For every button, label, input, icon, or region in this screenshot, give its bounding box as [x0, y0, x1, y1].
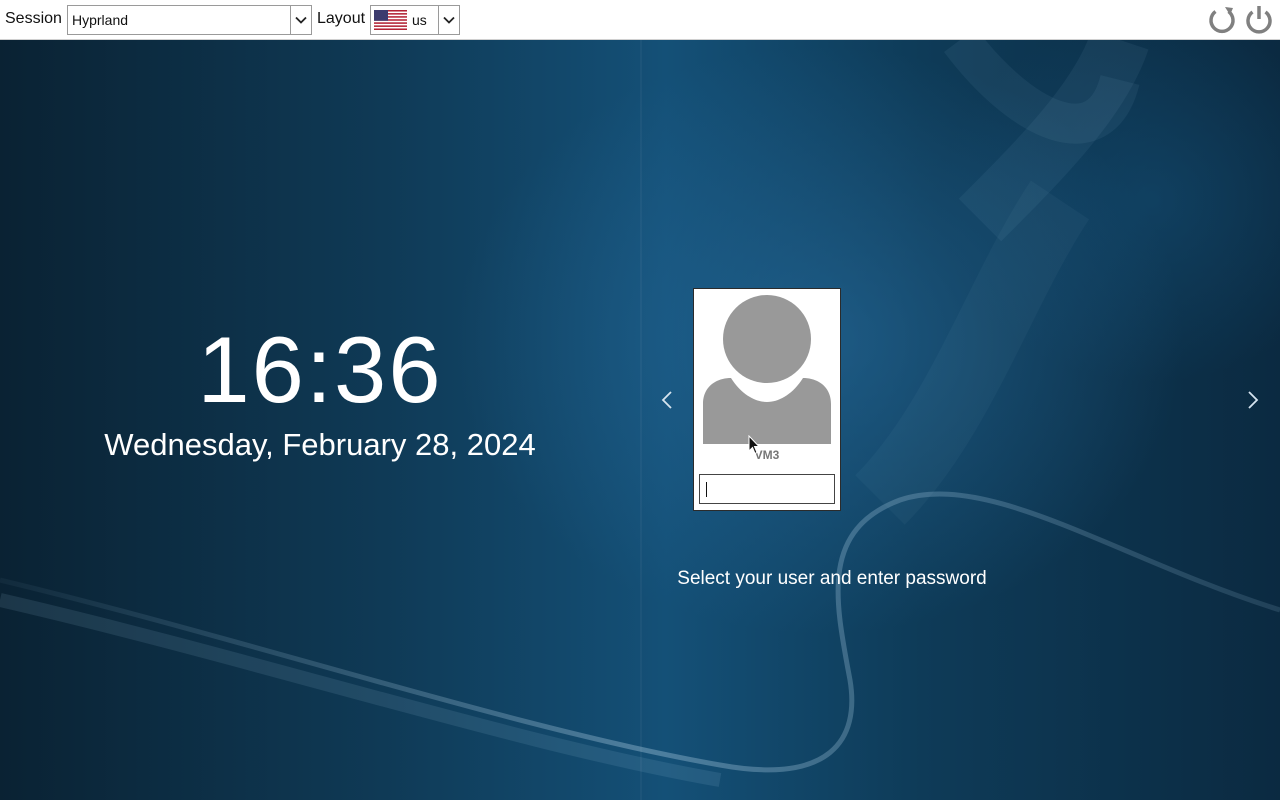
- layout-dropdown-button[interactable]: [438, 6, 459, 34]
- chevron-right-icon[interactable]: [1246, 390, 1260, 410]
- user-name: VM3: [754, 448, 780, 462]
- user-card[interactable]: VM3: [693, 288, 841, 511]
- background-swoosh: [0, 40, 1280, 800]
- password-input[interactable]: [699, 474, 835, 504]
- layout-label: Layout: [317, 10, 366, 27]
- session-label: Session: [5, 10, 62, 27]
- power-icon[interactable]: [1243, 4, 1275, 36]
- session-select-value: Hyprland: [72, 12, 129, 28]
- clock-date: Wednesday, February 28, 2024: [104, 427, 536, 462]
- desktop-background: [0, 40, 1280, 800]
- us-flag-icon: [374, 10, 407, 30]
- layout-select[interactable]: us: [370, 5, 460, 35]
- clock-time: 16:36: [197, 317, 443, 422]
- top-bar: Session Hyprland Layout us: [0, 0, 1280, 40]
- session-dropdown-button[interactable]: [290, 6, 311, 34]
- chevron-down-icon: [295, 16, 307, 24]
- restart-icon[interactable]: [1206, 4, 1238, 36]
- mouse-pointer-icon: [748, 435, 760, 455]
- user-avatar-icon: [703, 295, 831, 444]
- chevron-down-icon: [443, 16, 455, 24]
- layout-select-value: us: [412, 12, 427, 28]
- text-caret: [706, 482, 707, 497]
- login-prompt: Select your user and enter password: [677, 568, 987, 589]
- session-select[interactable]: Hyprland: [67, 5, 312, 35]
- chevron-left-icon[interactable]: [660, 390, 674, 410]
